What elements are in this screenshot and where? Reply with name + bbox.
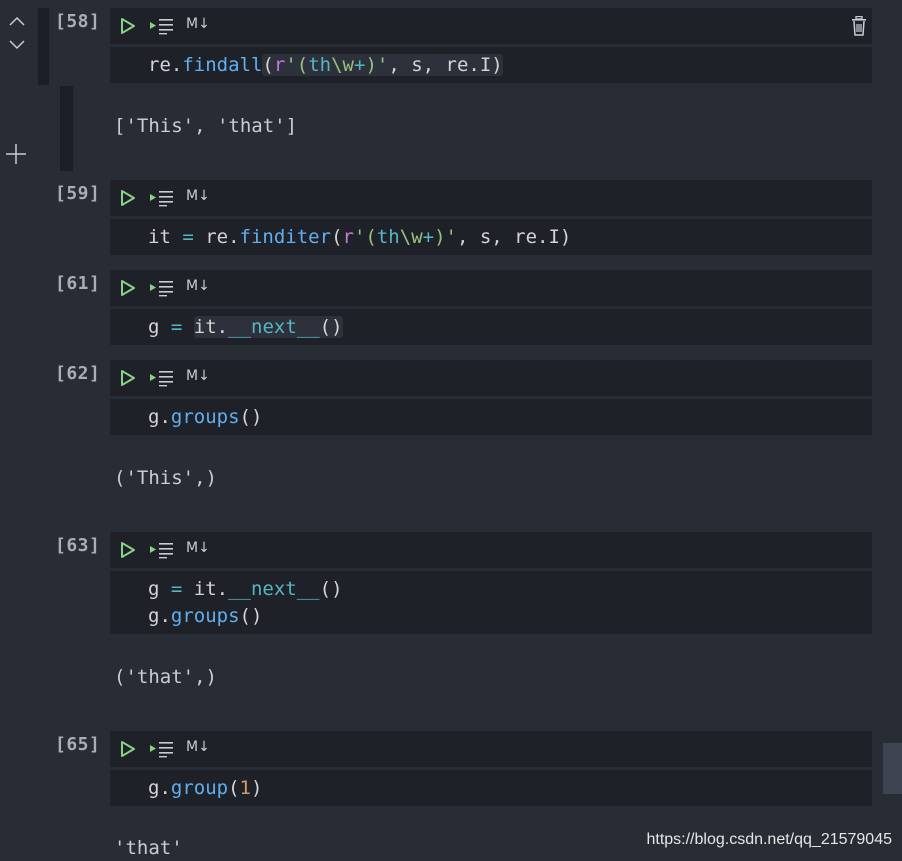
output-collapse-bar[interactable] xyxy=(60,86,73,171)
code-editor[interactable]: it = re.finditer(r'(th\w+)', s, re.I) xyxy=(110,219,872,255)
notebook: [58] M↓ re.findall(r'(th\w+)', s, re.I) … xyxy=(0,0,902,861)
cell-toolbar: M↓ xyxy=(110,180,872,216)
run-cell-icon[interactable] xyxy=(120,541,136,559)
watermark: https://blog.csdn.net/qq_21579045 xyxy=(646,831,892,848)
markdown-toggle[interactable]: M↓ xyxy=(186,739,210,755)
run-below-icon[interactable] xyxy=(150,279,174,297)
code-line: g = it.__next__() xyxy=(148,316,343,338)
code-line: g.group(1) xyxy=(148,777,263,799)
markdown-toggle[interactable]: M↓ xyxy=(186,368,210,384)
code-editor[interactable]: re.findall(r'(th\w+)', s, re.I) xyxy=(110,47,872,83)
cell-toolbar: M↓ xyxy=(110,8,872,44)
execution-count: [58] xyxy=(55,11,101,32)
markdown-toggle[interactable]: M↓ xyxy=(186,16,210,32)
run-below-icon[interactable] xyxy=(150,369,174,387)
plus-icon xyxy=(6,144,26,164)
markdown-toggle[interactable]: M↓ xyxy=(186,188,210,204)
run-cell-icon[interactable] xyxy=(120,369,136,387)
run-cell-icon[interactable] xyxy=(120,279,136,297)
execution-count: [61] xyxy=(55,273,101,294)
run-below-icon[interactable] xyxy=(150,189,174,207)
code-line: it = re.finditer(r'(th\w+)', s, re.I) xyxy=(148,226,572,248)
active-cell-indicator xyxy=(38,8,49,85)
code-editor[interactable]: g.group(1) xyxy=(110,770,872,806)
markdown-toggle[interactable]: M↓ xyxy=(186,540,210,556)
run-cell-icon[interactable] xyxy=(120,17,136,35)
move-cell-down-button[interactable] xyxy=(6,36,28,54)
add-cell-button[interactable] xyxy=(5,143,27,165)
markdown-toggle[interactable]: M↓ xyxy=(186,278,210,294)
execution-count: [65] xyxy=(55,734,101,755)
execution-count: [62] xyxy=(55,363,101,384)
code-editor[interactable]: g = it.__next__() g.groups() xyxy=(110,571,872,634)
cell-toolbar: M↓ xyxy=(110,360,872,396)
execution-count: [59] xyxy=(55,183,101,204)
scrollbar-thumb[interactable] xyxy=(883,743,902,794)
code-line: g.groups() xyxy=(148,406,263,428)
cell-toolbar: M↓ xyxy=(110,731,872,767)
run-cell-icon[interactable] xyxy=(120,740,136,758)
cell-output: ('that',) xyxy=(114,666,217,688)
code-line: g = it.__next__() xyxy=(148,578,343,600)
run-below-icon[interactable] xyxy=(150,541,174,559)
cell-output: 'that' xyxy=(114,837,183,859)
cell-toolbar: M↓ xyxy=(110,270,872,306)
execution-count: [63] xyxy=(55,535,101,556)
code-editor[interactable]: g.groups() xyxy=(110,399,872,435)
cell-output: ['This', 'that'] xyxy=(114,115,298,137)
run-cell-icon[interactable] xyxy=(120,189,136,207)
code-line: re.findall(r'(th\w+)', s, re.I) xyxy=(148,54,503,76)
chevron-down-icon xyxy=(9,40,25,50)
code-line: g.groups() xyxy=(148,605,263,627)
code-editor[interactable]: g = it.__next__() xyxy=(110,309,872,345)
run-below-icon[interactable] xyxy=(150,17,174,35)
cell-toolbar: M↓ xyxy=(110,532,872,568)
chevron-up-icon xyxy=(9,16,25,26)
run-below-icon[interactable] xyxy=(150,740,174,758)
cell-output: ('This',) xyxy=(114,467,217,489)
move-cell-up-button[interactable] xyxy=(6,12,28,30)
trash-icon[interactable] xyxy=(850,16,868,36)
